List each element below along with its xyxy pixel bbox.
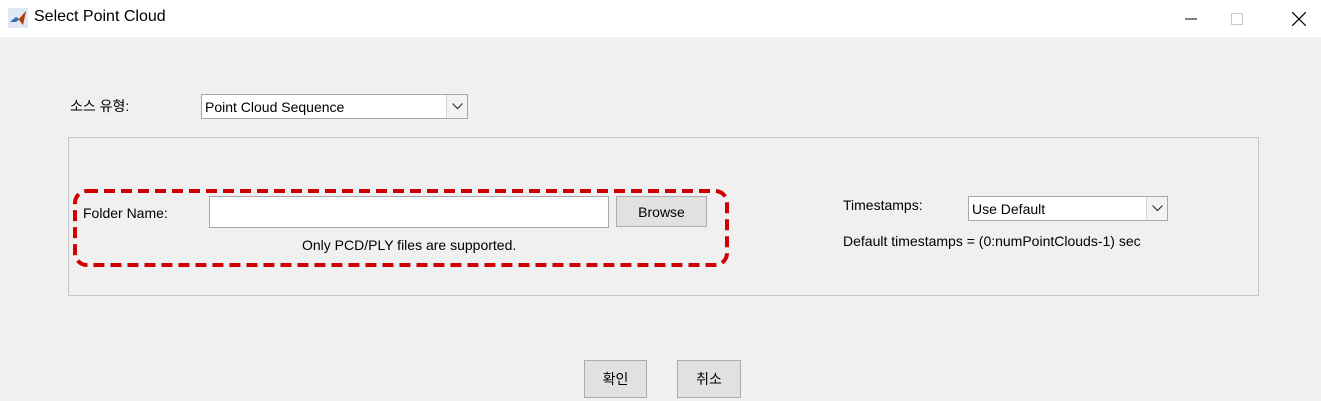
title-bar: Select Point Cloud — [0, 0, 1321, 37]
timestamps-info: Default timestamps = (0:numPointClouds-1… — [843, 233, 1141, 249]
source-type-dropdown[interactable]: Point Cloud Sequence — [201, 94, 468, 119]
cancel-button[interactable]: 취소 — [677, 360, 741, 398]
chevron-down-icon[interactable] — [446, 95, 467, 118]
source-type-label: 소스 유형: — [70, 98, 130, 114]
close-button[interactable] — [1276, 0, 1321, 37]
maximize-button[interactable] — [1214, 0, 1260, 37]
close-icon — [1292, 11, 1306, 26]
highlight-outline — [72, 188, 730, 268]
ok-button[interactable]: 확인 — [584, 360, 647, 398]
source-type-value: Point Cloud Sequence — [205, 99, 345, 115]
timestamps-value: Use Default — [972, 201, 1046, 217]
timestamps-label: Timestamps: — [843, 197, 923, 213]
window-title: Select Point Cloud — [34, 8, 166, 25]
minimize-button[interactable] — [1168, 0, 1214, 37]
timestamps-dropdown[interactable]: Use Default — [968, 196, 1168, 221]
minimize-icon — [1185, 18, 1197, 19]
matlab-icon — [8, 8, 28, 28]
maximize-icon — [1231, 12, 1243, 25]
chevron-down-icon[interactable] — [1146, 197, 1167, 220]
